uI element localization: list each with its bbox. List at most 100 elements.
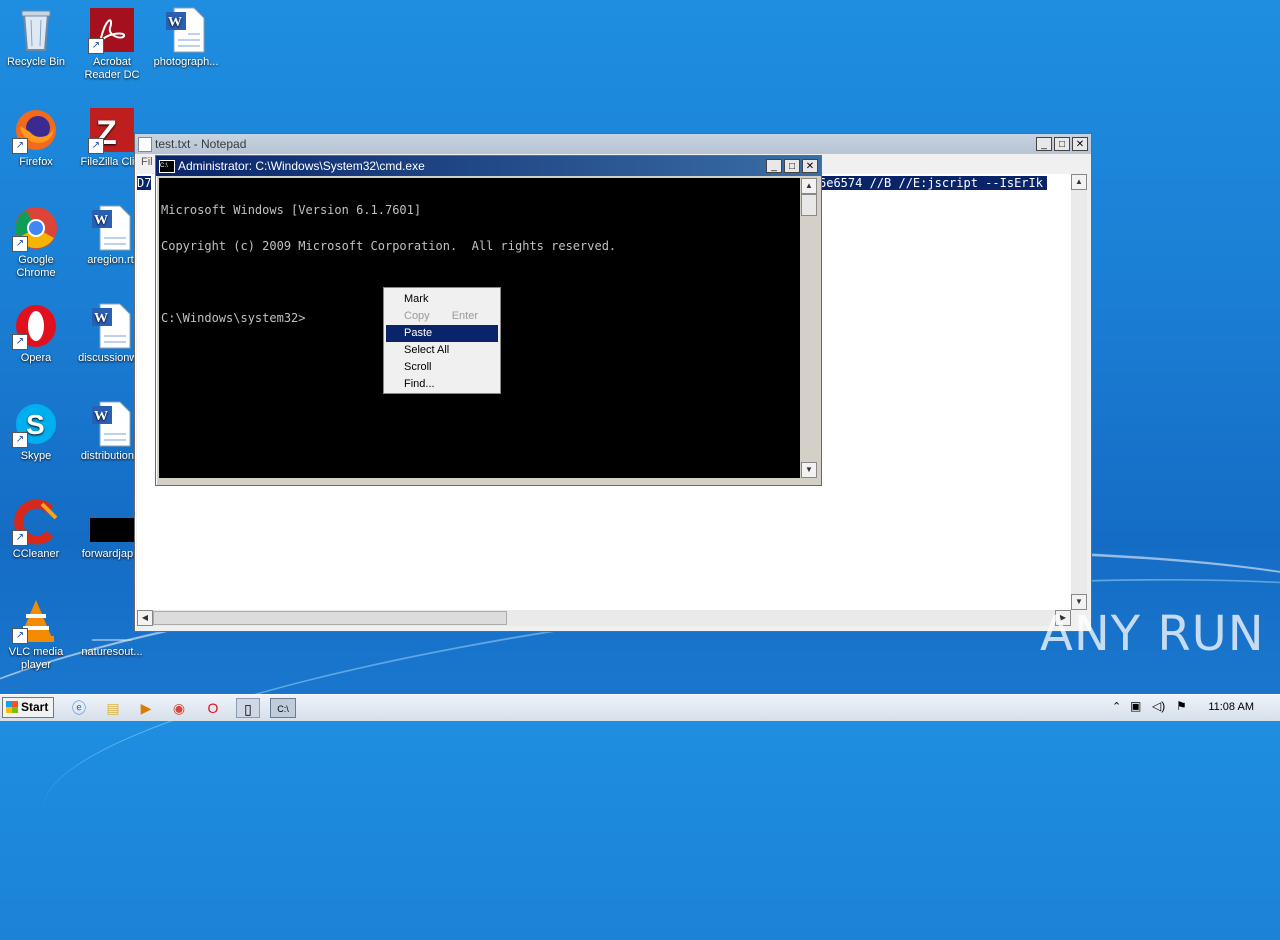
desktop-icon-label: VLC media player <box>8 646 64 671</box>
svg-text:W: W <box>168 15 182 30</box>
notepad-vertical-scrollbar[interactable]: ▲ ▼ <box>1071 174 1087 610</box>
notepad-taskbar-icon[interactable]: ▯ <box>236 698 260 718</box>
vlc-icon: ↗ <box>12 596 60 644</box>
blank-file-icon <box>88 596 136 644</box>
desktop-icon-ccleaner[interactable]: ↗ CCleaner <box>0 498 72 561</box>
desktop-icon-recycle-bin[interactable]: Recycle Bin <box>0 6 72 69</box>
taskbar: Start ⓔ ▤ ▶ ◉ O ▯ C:\ ⌃ ▣ ◁) ⚑ 11:08 AM <box>0 694 1280 721</box>
desktop-icon-label: CCleaner <box>12 548 60 560</box>
notepad-text-right: 6e6574 //B //E:jscript --IsErIk <box>819 176 1047 190</box>
cmd-title: Administrator: C:\Windows\System32\cmd.e… <box>178 159 425 173</box>
firefox-icon: ↗ <box>12 106 60 154</box>
notepad-horizontal-scrollbar[interactable]: ◀ ▶ <box>137 610 1071 626</box>
skype-icon: S ↗ <box>12 400 60 448</box>
shortcut-arrow-icon: ↗ <box>12 530 28 546</box>
menu-item-mark[interactable]: Mark <box>386 291 498 308</box>
notepad-titlebar[interactable]: test.txt - Notepad _ □ ✕ <box>135 134 1091 154</box>
scroll-thumb[interactable] <box>153 611 507 625</box>
shortcut-arrow-icon: ↗ <box>12 432 28 448</box>
svg-text:W: W <box>94 409 108 424</box>
menu-item-label: Scroll <box>404 361 432 373</box>
svg-text:W: W <box>94 213 108 228</box>
notepad-text-left: D7 <box>137 176 152 190</box>
anyrun-watermark: ANY RUN <box>1040 606 1265 662</box>
desktop-icon-label: photograph... <box>153 56 219 68</box>
menu-item-paste[interactable]: Paste <box>386 325 498 342</box>
menu-item-label: Mark <box>404 293 429 305</box>
scroll-left-arrow-icon[interactable]: ◀ <box>137 610 153 626</box>
menu-file[interactable]: Fil <box>141 156 153 168</box>
chrome-icon: ↗ <box>12 204 60 252</box>
word-document-icon: W <box>88 204 136 252</box>
shortcut-arrow-icon: ↗ <box>12 628 28 644</box>
close-button[interactable]: ✕ <box>1072 137 1088 151</box>
start-button[interactable]: Start <box>2 697 54 718</box>
scroll-up-arrow-icon[interactable]: ▲ <box>801 178 817 194</box>
minimize-button[interactable]: _ <box>1036 137 1052 151</box>
desktop-icon-skype[interactable]: S ↗ Skype <box>0 400 72 463</box>
desktop-icon-label: Acrobat Reader DC <box>84 56 140 81</box>
menu-item-label: Paste <box>404 327 433 339</box>
desktop-icon-opera[interactable]: ↗ Opera <box>0 302 72 365</box>
notepad-title: test.txt - Notepad <box>155 137 247 151</box>
desktop-icon-label: Google Chrome <box>16 254 56 279</box>
clock[interactable]: 11:08 AM <box>1208 701 1254 713</box>
desktop-icon-photograph[interactable]: W photograph... <box>150 6 222 69</box>
cmd-output-line: Copyright (c) 2009 Microsoft Corporation… <box>161 239 617 253</box>
desktop-icon-label: Opera <box>20 352 52 364</box>
desktop-icon-vlc[interactable]: ↗ VLC media player <box>0 596 72 672</box>
tray-expand-icon[interactable]: ⌃ <box>1112 700 1121 713</box>
desktop-icon-chrome[interactable]: ↗ Google Chrome <box>0 204 72 280</box>
ie-icon[interactable]: ⓔ <box>68 698 90 718</box>
word-document-icon: W <box>88 400 136 448</box>
action-center-flag-icon[interactable]: ⚑ <box>1176 699 1187 713</box>
media-player-icon[interactable]: ▶ <box>135 698 157 718</box>
shortcut-arrow-icon: ↗ <box>12 138 28 154</box>
filezilla-icon: Z ↗ <box>88 106 136 154</box>
menu-item-copy: Copy Enter <box>386 308 498 325</box>
shortcut-arrow-icon: ↗ <box>12 334 28 350</box>
network-icon[interactable]: ▣ <box>1130 699 1141 713</box>
opera-icon: ↗ <box>12 302 60 350</box>
menu-item-scroll[interactable]: Scroll <box>386 359 498 376</box>
cmd-app-icon: C:\ <box>159 159 175 173</box>
cmd-taskbar-icon[interactable]: C:\ <box>270 698 296 718</box>
menu-item-label: Find... <box>404 378 435 390</box>
menu-item-label: Select All <box>404 344 450 356</box>
ccleaner-icon: ↗ <box>12 498 60 546</box>
black-file-icon <box>88 498 136 546</box>
explorer-icon[interactable]: ▤ <box>102 698 124 718</box>
scroll-up-arrow-icon[interactable]: ▲ <box>1071 174 1087 190</box>
context-menu: Mark Copy Enter Paste Select All Scroll F… <box>383 287 501 394</box>
desktop-icon-label: Skype <box>20 450 52 462</box>
cmd-vertical-scrollbar[interactable]: ▲ ▼ <box>801 178 817 478</box>
scroll-thumb[interactable] <box>801 194 817 216</box>
recycle-bin-icon <box>12 6 60 54</box>
notepad-app-icon <box>138 136 152 152</box>
desktop-icon-label: Recycle Bin <box>6 56 66 68</box>
maximize-button[interactable]: □ <box>1054 137 1070 151</box>
cmd-output-line: Microsoft Windows [Version 6.1.7601] <box>161 203 422 217</box>
cmd-titlebar[interactable]: C:\ Administrator: C:\Windows\System32\c… <box>156 156 821 176</box>
system-tray: ⌃ ▣ ◁) ⚑ 11:08 AM <box>1100 695 1280 721</box>
menu-item-select-all[interactable]: Select All <box>386 342 498 359</box>
chrome-taskbar-icon[interactable]: ◉ <box>168 698 190 718</box>
desktop-icon-acrobat[interactable]: ↗ Acrobat Reader DC <box>76 6 148 82</box>
menu-item-shortcut: Enter <box>451 310 478 322</box>
close-button[interactable]: ✕ <box>802 159 818 173</box>
desktop-icon-firefox[interactable]: ↗ Firefox <box>0 106 72 169</box>
opera-taskbar-icon[interactable]: O <box>202 698 224 718</box>
desktop-icon-label: Firefox <box>19 156 53 168</box>
shortcut-arrow-icon: ↗ <box>88 138 104 154</box>
svg-text:S: S <box>26 409 45 440</box>
menu-item-find[interactable]: Find... <box>386 376 498 393</box>
minimize-button[interactable]: _ <box>766 159 782 173</box>
volume-icon[interactable]: ◁) <box>1152 699 1165 713</box>
maximize-button[interactable]: □ <box>784 159 800 173</box>
svg-text:W: W <box>94 311 108 326</box>
desktop-icon-label: naturesout... <box>81 646 143 658</box>
menu-item-label: Copy <box>404 310 430 322</box>
scroll-down-arrow-icon[interactable]: ▼ <box>801 462 817 478</box>
acrobat-icon: ↗ <box>88 6 136 54</box>
shortcut-arrow-icon: ↗ <box>12 236 28 252</box>
